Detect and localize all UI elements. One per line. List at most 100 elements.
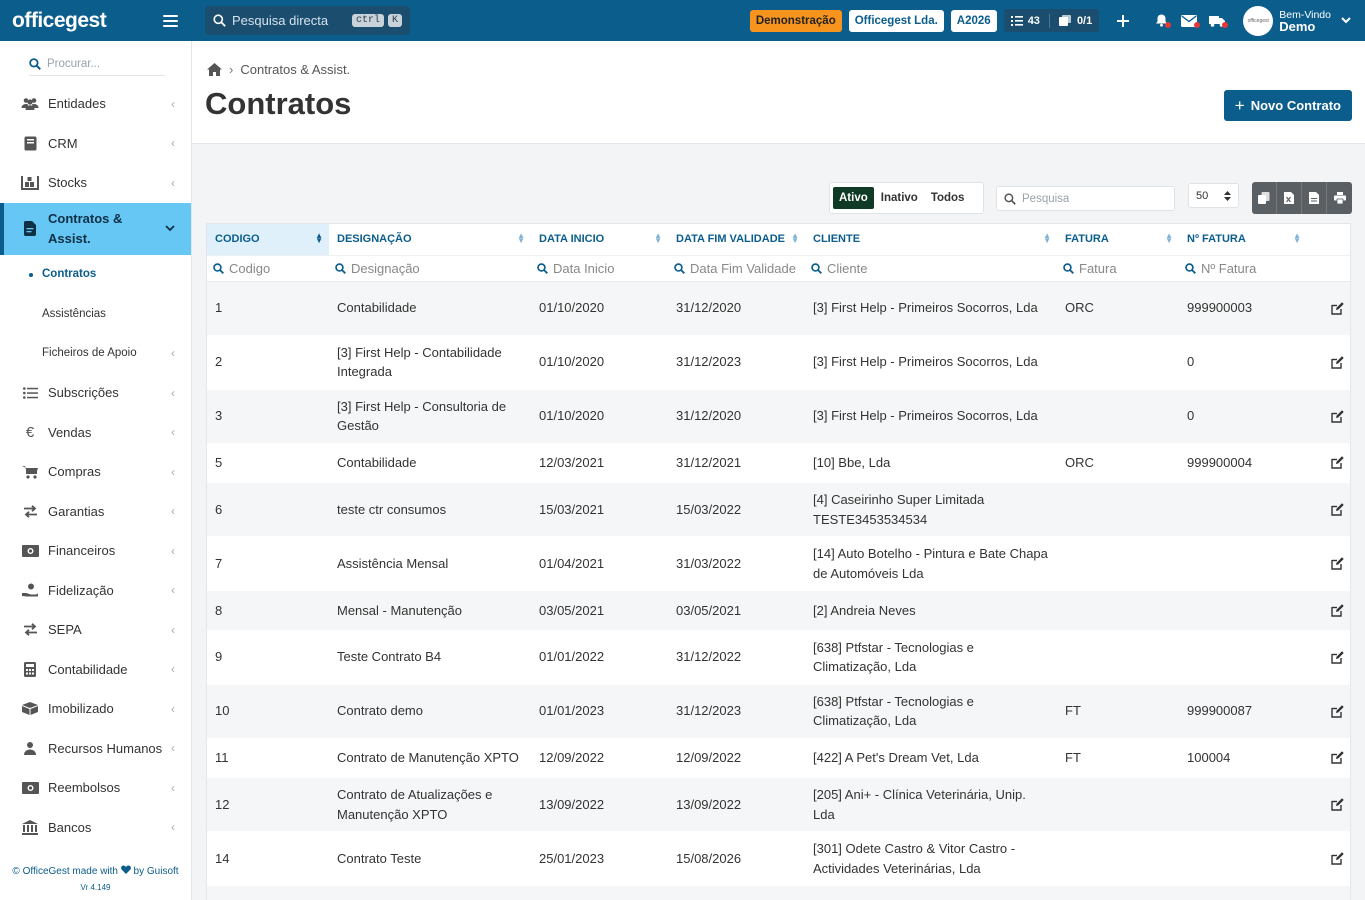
sidebar-item-imobilizado[interactable]: Imobilizado ‹ (0, 689, 191, 729)
filter-inativo-button[interactable]: Inativo (875, 187, 924, 209)
sidebar-search-input[interactable]: Procurar... (29, 52, 165, 76)
search-icon (1063, 262, 1074, 274)
sidebar-item-entidades[interactable]: Entidades ‹ (0, 84, 191, 124)
column-header-codigo[interactable]: CODIGO ▲ ▼ (207, 224, 329, 256)
euro-icon: € (25, 423, 35, 441)
pdf-export-button[interactable] (1302, 182, 1327, 214)
add-icon[interactable] (1117, 14, 1130, 27)
edit-icon[interactable] (1315, 604, 1344, 617)
sidebar-item-compras[interactable]: Compras ‹ (0, 452, 191, 492)
edit-icon[interactable] (1315, 456, 1344, 469)
table-row[interactable]: 2 [3] First Help - Contabilidade Integrad… (207, 335, 1350, 390)
table-row[interactable]: 3 [3] First Help - Consultoria de Gestão 0… (207, 389, 1350, 444)
sidebar-item-recursos-humanos[interactable]: Recursos Humanos ‹ (0, 729, 191, 769)
truck-icon[interactable] (1209, 15, 1229, 28)
table-cell-n-fatura (1179, 831, 1307, 886)
company-badge[interactable]: Officegest Lda. (848, 9, 944, 32)
table-row[interactable]: 15dqzjqsjj14/06/202314/06/2023[187] 3C2L… (207, 885, 1350, 900)
edit-icon[interactable] (1315, 409, 1344, 423)
year-badge[interactable]: A2026 (950, 9, 997, 32)
sidebar-subitem-ficheiros-de-apoio[interactable]: Ficheiros de Apoio ‹ (0, 334, 191, 374)
table-cell-fatura (1057, 335, 1179, 390)
table-row[interactable]: 8 Mensal - Manutenção 03/05/2021 03/05/2021… (207, 590, 1350, 631)
filter-ativo-button[interactable]: Ativo (833, 187, 874, 209)
sidebar-subitem-contratos[interactable]: Contratos (0, 255, 191, 295)
table-cell-data-fim-validade: 15/08/2026 (668, 831, 805, 886)
filter-fatura-input[interactable]: Fatura (1057, 255, 1179, 282)
sidebar-item-bancos[interactable]: Bancos ‹ (0, 808, 191, 848)
column-header-cliente[interactable]: CLIENTE ▲ ▼ (805, 224, 1057, 256)
print-button[interactable] (1327, 182, 1352, 214)
edit-icon[interactable] (1315, 557, 1344, 570)
excel-export-button[interactable] (1277, 182, 1302, 214)
contracts-table: CODIGO ▲ ▼ DESIGNAÇÃO ▲ ▼ DATA INICIO ▲ ▼ DATA… (206, 223, 1351, 900)
sidebar-item-vendas[interactable]: € Vendas ‹ (0, 413, 191, 453)
column-header-fatura[interactable]: FATURA ▲ ▼ (1057, 224, 1179, 256)
sidebar-item-reembolsos[interactable]: Reembolsos ‹ (0, 768, 191, 808)
sidebar-item-sepa[interactable]: SEPA ‹ (0, 610, 191, 650)
filter-todos-button[interactable]: Todos (925, 187, 971, 209)
filter-codigo-input[interactable]: Codigo (207, 255, 329, 282)
table-row[interactable]: 7 Assistência Mensal 01/04/2021 31/03/2022[… (207, 536, 1350, 591)
mail-icon[interactable] (1181, 14, 1201, 28)
filter-designacao-input[interactable]: Designação (329, 255, 531, 282)
home-icon[interactable] (207, 63, 222, 76)
column-header-n-fatura[interactable]: Nº FATURA ▲ ▼ (1179, 224, 1307, 256)
sidebar-item-crm[interactable]: CRM ‹ (0, 124, 191, 164)
edit-icon[interactable] (1315, 852, 1344, 865)
table-cell-n-fatura: 100004 (1179, 738, 1307, 778)
sidebar-item-stocks[interactable]: Stocks ‹ (0, 163, 191, 203)
chevron-left-icon: ‹ (171, 583, 175, 598)
app-logo[interactable]: officegest (12, 9, 107, 33)
filter-cliente-input[interactable]: Cliente (805, 255, 1057, 282)
table-cell-codigo: 3 (207, 389, 329, 444)
edit-icon[interactable] (1315, 301, 1344, 315)
table-row[interactable]: 14 Contrato Teste 25/01/2023 15/08/2026 [301… (207, 831, 1350, 886)
sidebar-item-fidelizacao[interactable]: Fidelização ‹ (0, 571, 191, 611)
table-row[interactable]: 1 Contabilidade 01/10/2020 31/12/2020 [3] Fi… (207, 281, 1350, 336)
sidebar-item-subscricoes[interactable]: Subscrições ‹ (0, 373, 191, 413)
sidebar-item-financeiros[interactable]: Financeiros ‹ (0, 531, 191, 571)
page-size-select[interactable]: 50 (1188, 183, 1239, 208)
copy-button[interactable] (1252, 182, 1277, 214)
table-row[interactable]: 6 teste ctr consumos 15/03/2021 15/03/2022[… (207, 482, 1350, 537)
row-actions (1307, 482, 1350, 537)
table-cell-n-fatura: 0 (1179, 335, 1307, 390)
sidebar-item-contabilidade[interactable]: Contabilidade ‹ (0, 650, 191, 690)
demo-badge[interactable]: Demonstração (749, 9, 842, 32)
column-header-designacao[interactable]: DESIGNAÇÃO ▲ ▼ (329, 224, 531, 256)
table-cell-codigo: 9 (207, 630, 329, 685)
documents-count: 0/1 (1076, 14, 1093, 27)
column-header-data-fim-validade[interactable]: DATA FIM VALIDADE ▲ ▼ (668, 224, 805, 256)
menu-toggle-icon[interactable] (163, 14, 178, 27)
edit-icon[interactable] (1315, 355, 1344, 369)
table-search-input[interactable]: Pesquisa (996, 186, 1175, 211)
table-row[interactable]: 12 Contrato de Atualizações e Manutenção … (207, 777, 1350, 832)
table-row[interactable]: 10 Contrato demo 01/01/2023 31/12/2023 [638]… (207, 684, 1350, 739)
edit-icon[interactable] (1315, 650, 1344, 664)
sidebar-item-contratos[interactable]: Contratos & Assist. (0, 202, 191, 255)
user-menu[interactable]: officegest Bem-Vindo Demo (1243, 5, 1351, 36)
table-row[interactable]: 11 Contrato de Manutenção XPTO 12/09/2022 1… (207, 738, 1350, 778)
new-contract-button[interactable]: + Novo Contrato (1223, 90, 1352, 121)
table-row[interactable]: 5 Contabilidade 12/03/2021 31/12/2021 [10] B… (207, 443, 1350, 483)
table-cell-fatura (1057, 482, 1179, 537)
table-cell-data-fim-validade: 31/12/2021 (668, 443, 805, 483)
edit-icon[interactable] (1315, 751, 1344, 764)
bell-icon[interactable] (1155, 14, 1172, 28)
counters[interactable]: 43 0/1 (1003, 9, 1100, 32)
breadcrumb-item[interactable]: Contratos & Assist. (240, 62, 350, 77)
edit-icon[interactable] (1315, 798, 1344, 811)
row-actions (1307, 885, 1350, 900)
sidebar-subitem-assistencias[interactable]: Assistências (0, 294, 191, 334)
table-row[interactable]: 9 Teste Contrato B4 01/01/2022 31/12/2022 [6… (207, 630, 1350, 685)
edit-icon[interactable] (1315, 704, 1344, 718)
edit-icon[interactable] (1315, 503, 1344, 516)
sidebar-item-garantias[interactable]: Garantias ‹ (0, 492, 191, 532)
filter-data-inicio-input[interactable]: Data Inicio (531, 255, 668, 282)
filter-n-fatura-input[interactable]: Nº Fatura (1179, 255, 1307, 282)
column-header-data-inicio[interactable]: DATA INICIO ▲ ▼ (531, 224, 668, 256)
heart-icon (120, 865, 131, 874)
filter-data-fim-input[interactable]: Data Fim Validade (668, 255, 805, 282)
quick-search[interactable]: Pesquisa directa ctrl K (205, 6, 410, 35)
